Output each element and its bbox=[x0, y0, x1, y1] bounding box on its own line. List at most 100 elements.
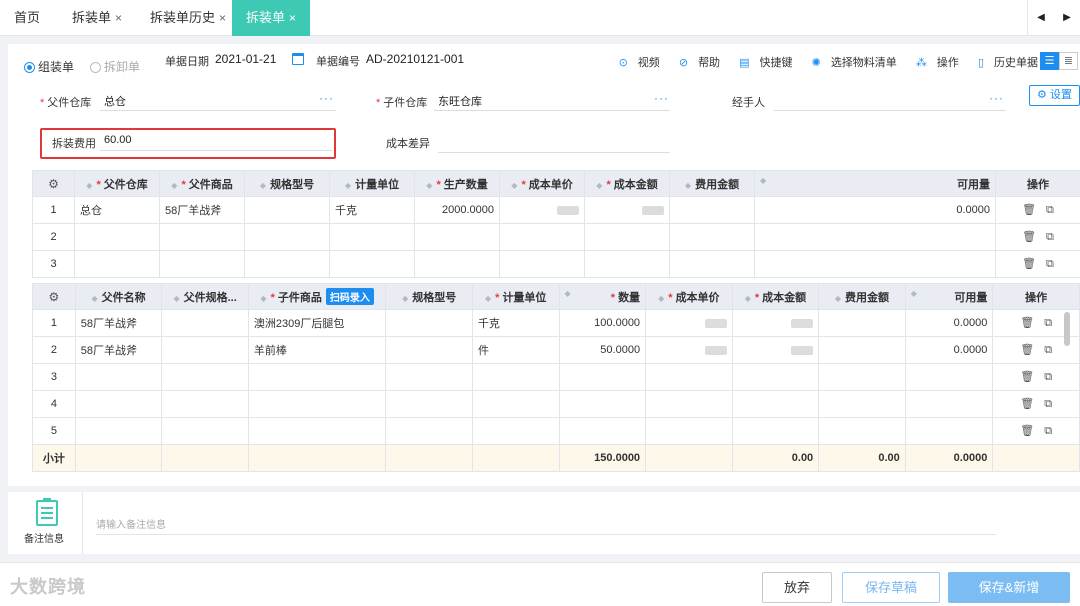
cell-fee-amount[interactable] bbox=[818, 363, 906, 391]
list-view-icon[interactable]: ☰ bbox=[1040, 52, 1059, 70]
close-icon[interactable]: × bbox=[219, 11, 226, 25]
cell-parent-name[interactable]: 58厂羊战斧 bbox=[74, 309, 163, 337]
col-parent-name[interactable]: ◆ 父件名称 bbox=[74, 283, 163, 310]
cell-unit[interactable] bbox=[471, 390, 560, 418]
cell-parent-name[interactable] bbox=[74, 417, 163, 445]
table-row[interactable]: 3 🗑 ⧉ bbox=[32, 363, 1080, 391]
cell-cost-amount[interactable] bbox=[731, 363, 820, 391]
close-icon[interactable]: × bbox=[289, 11, 296, 25]
cell-spec[interactable] bbox=[244, 223, 330, 251]
copy-icon[interactable]: ⧉ bbox=[1044, 425, 1052, 437]
copy-icon[interactable]: ⧉ bbox=[1044, 344, 1052, 356]
cell-unit[interactable]: 千克 bbox=[329, 196, 415, 224]
cell-warehouse[interactable]: 总仓 bbox=[74, 196, 160, 224]
table-row[interactable]: 2 58厂羊战斧 羊前棒 件 50.0000 0.0000 🗑 ⧉ bbox=[32, 336, 1080, 364]
cell-qty[interactable] bbox=[558, 363, 647, 391]
table-scrollbar[interactable] bbox=[1064, 312, 1070, 346]
cell-parent-name[interactable] bbox=[74, 390, 163, 418]
close-icon[interactable]: × bbox=[115, 11, 122, 25]
cell-qty[interactable] bbox=[414, 250, 500, 278]
detail-view-icon[interactable]: ≣ bbox=[1059, 52, 1078, 70]
delete-icon[interactable]: 🗑 bbox=[1022, 258, 1036, 270]
cell-qty[interactable] bbox=[558, 417, 647, 445]
cell-unit[interactable]: 千克 bbox=[471, 309, 560, 337]
cell-child-product[interactable] bbox=[247, 390, 387, 418]
cell-qty[interactable]: 50.0000 bbox=[558, 336, 647, 364]
cell-product[interactable]: 58厂羊战斧 bbox=[159, 196, 245, 224]
cell-unit[interactable]: 件 bbox=[471, 336, 560, 364]
cell-unit[interactable] bbox=[471, 363, 560, 391]
cell-qty[interactable]: 2000.0000 bbox=[414, 196, 500, 224]
col-parent-product[interactable]: ◆ * 父件商品 bbox=[159, 170, 245, 197]
save-and-new-button[interactable]: 保存&新增 bbox=[948, 572, 1070, 603]
help-button[interactable]: ⊘ 帮助 bbox=[671, 57, 720, 69]
col-unit[interactable]: ◆ * 计量单位 bbox=[471, 283, 560, 310]
cell-unit-cost[interactable] bbox=[645, 390, 733, 418]
cell-unit-cost[interactable] bbox=[645, 336, 733, 364]
tab-disassembly-history[interactable]: 拆装单历史 × bbox=[150, 0, 226, 36]
delete-icon[interactable]: 🗑 bbox=[1020, 398, 1034, 410]
cell-warehouse[interactable] bbox=[74, 223, 160, 251]
col-available[interactable]: ◆ 可用量 bbox=[754, 170, 996, 197]
cell-unit-cost[interactable] bbox=[645, 309, 733, 337]
col-unit[interactable]: ◆ 计量单位 bbox=[329, 170, 415, 197]
parent-warehouse-field[interactable]: 总仓 bbox=[104, 93, 126, 109]
col-spec[interactable]: ◆ 规格型号 bbox=[385, 283, 473, 310]
cell-child-product[interactable]: 澳洲2309厂后腿包 bbox=[247, 309, 387, 337]
cell-fee-amount[interactable] bbox=[669, 223, 755, 251]
cell-product[interactable] bbox=[159, 250, 245, 278]
col-production-qty[interactable]: ◆ * 生产数量 bbox=[414, 170, 500, 197]
table-row[interactable]: 5 🗑 ⧉ bbox=[32, 417, 1080, 445]
column-settings[interactable]: ⚙ bbox=[32, 283, 76, 310]
copy-icon[interactable]: ⧉ bbox=[1044, 398, 1052, 410]
cell-spec[interactable] bbox=[385, 363, 473, 391]
cell-parent-name[interactable] bbox=[74, 363, 163, 391]
table-row[interactable]: 2 🗑 ⧉ bbox=[32, 223, 1080, 251]
cell-fee-amount[interactable] bbox=[818, 336, 906, 364]
column-settings[interactable]: ⚙ bbox=[32, 170, 75, 197]
disassemble-radio[interactable]: 拆卸单 bbox=[90, 58, 140, 75]
cell-unit-cost[interactable] bbox=[645, 363, 733, 391]
cell-child-product[interactable]: 羊前棒 bbox=[247, 336, 387, 364]
cell-unit-cost[interactable] bbox=[499, 223, 585, 251]
col-child-product[interactable]: ◆ * 子件商品 扫码录入 bbox=[247, 283, 387, 310]
cell-spec[interactable] bbox=[385, 390, 473, 418]
settings-button[interactable]: ⚙ 设置 bbox=[1029, 85, 1080, 106]
select-material-button[interactable]: ✺ 选择物料清单 bbox=[804, 57, 897, 69]
tab-disassembly-active[interactable]: 拆装单 × bbox=[232, 0, 310, 36]
cell-cost-amount[interactable] bbox=[584, 250, 670, 278]
table-row[interactable]: 1 总仓 58厂羊战斧 千克 2000.0000 0.0000 🗑 ⧉ bbox=[32, 196, 1080, 224]
remarks-input[interactable]: 请输入备注信息 bbox=[96, 516, 166, 531]
cell-unit[interactable] bbox=[329, 250, 415, 278]
cell-product[interactable] bbox=[159, 223, 245, 251]
operation-button[interactable]: ⁂ 操作 bbox=[908, 57, 959, 69]
scan-entry-button[interactable]: 扫码录入 bbox=[325, 288, 374, 305]
col-fee-amount[interactable]: ◆ 费用金额 bbox=[818, 283, 906, 310]
cell-unit-cost[interactable] bbox=[499, 196, 585, 224]
history-button[interactable]: ▯ 历史单据 bbox=[970, 57, 1038, 69]
copy-icon[interactable]: ⧉ bbox=[1046, 204, 1054, 216]
table-row[interactable]: 3 🗑 ⧉ bbox=[32, 250, 1080, 278]
cell-cost-amount[interactable] bbox=[584, 223, 670, 251]
cell-child-product[interactable] bbox=[247, 363, 387, 391]
cell-fee-amount[interactable] bbox=[818, 390, 906, 418]
cell-unit[interactable] bbox=[471, 417, 560, 445]
cell-parent-spec[interactable] bbox=[161, 417, 249, 445]
cell-cost-amount[interactable] bbox=[584, 196, 670, 224]
delete-icon[interactable]: 🗑 bbox=[1020, 317, 1034, 329]
cell-spec[interactable] bbox=[385, 309, 473, 337]
copy-icon[interactable]: ⧉ bbox=[1044, 317, 1052, 329]
tab-home[interactable]: 首页 bbox=[14, 0, 40, 36]
date-value[interactable]: 2021-01-21 bbox=[215, 52, 276, 66]
tab-disassembly[interactable]: 拆装单 × bbox=[72, 0, 122, 36]
scroll-right-icon[interactable]: ▶ bbox=[1054, 0, 1080, 36]
video-button[interactable]: ⊙ 视频 bbox=[611, 57, 660, 69]
child-warehouse-more-icon[interactable]: ··· bbox=[654, 91, 669, 105]
col-parent-spec[interactable]: ◆ 父件规格... bbox=[161, 283, 249, 310]
col-spec[interactable]: ◆ 规格型号 bbox=[244, 170, 330, 197]
delete-icon[interactable]: 🗑 bbox=[1020, 344, 1034, 356]
discard-button[interactable]: 放弃 bbox=[762, 572, 832, 603]
col-unit-cost[interactable]: ◆ * 成本单价 bbox=[499, 170, 585, 197]
delete-icon[interactable]: 🗑 bbox=[1022, 231, 1036, 243]
copy-icon[interactable]: ⧉ bbox=[1046, 231, 1054, 243]
